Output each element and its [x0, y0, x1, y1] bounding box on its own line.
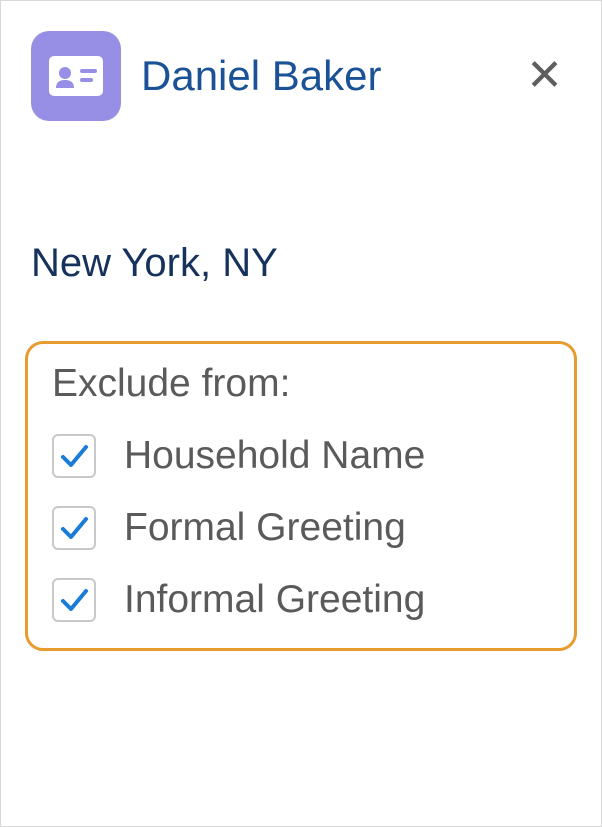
checkbox-label: Household Name — [124, 434, 425, 478]
person-name[interactable]: Daniel Baker — [141, 52, 498, 100]
checkbox-label: Informal Greeting — [124, 578, 425, 622]
exclude-option-household-name: Household Name — [52, 434, 550, 478]
exclude-option-informal-greeting: Informal Greeting — [52, 578, 550, 622]
location-text: New York, NY — [31, 241, 571, 286]
card-header: Daniel Baker ✕ — [31, 31, 571, 121]
contact-icon — [31, 31, 121, 121]
exclude-title: Exclude from: — [52, 362, 550, 406]
exclude-panel: Exclude from: Household Name Formal Gree… — [25, 341, 577, 651]
checkbox-household-name[interactable] — [52, 434, 96, 478]
checkbox-formal-greeting[interactable] — [52, 506, 96, 550]
exclude-option-formal-greeting: Formal Greeting — [52, 506, 550, 550]
checkbox-label: Formal Greeting — [124, 506, 406, 550]
contact-card: Daniel Baker ✕ New York, NY Exclude from… — [1, 1, 601, 681]
checkbox-informal-greeting[interactable] — [52, 578, 96, 622]
close-icon[interactable]: ✕ — [518, 54, 571, 98]
